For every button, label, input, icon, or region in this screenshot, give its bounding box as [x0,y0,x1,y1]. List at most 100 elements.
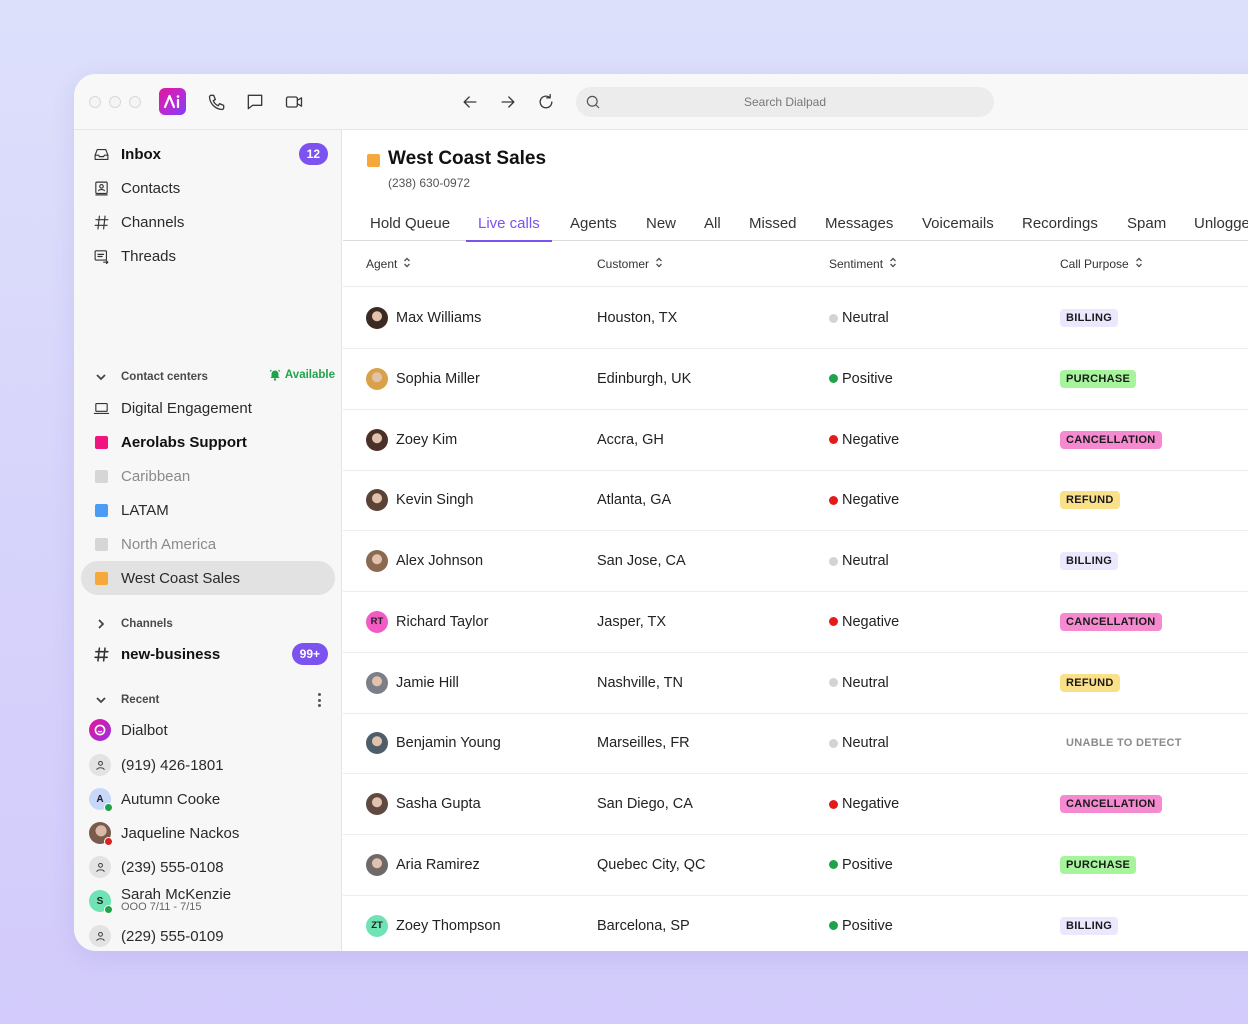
tab-unlogged[interactable]: Unlogged [1182,209,1248,241]
tab-spam[interactable]: Spam [1115,209,1178,241]
search-input[interactable] [576,87,994,117]
sentiment-label: Negative [842,492,900,509]
table-row[interactable]: Benjamin Young Marseilles, FR Neutral UNABL… [343,713,1248,775]
agent-avatar [366,793,388,815]
call-purpose-badge: PURCHASE [1060,855,1137,874]
call-purpose-cell: BILLING [1060,531,1119,591]
column-header-agent[interactable]: Agent [366,257,411,271]
recent-item[interactable]: (229) 555-0109 [81,919,335,951]
channel-new-business[interactable]: new-business 99+ [81,637,335,671]
recent-item-label: Dialbot [121,721,168,739]
phone-icon[interactable] [207,92,227,112]
channel-label: new-business [121,645,221,663]
search-bar[interactable] [576,87,994,117]
agent-avatar [366,489,388,512]
agent-avatar: ZT [366,914,388,937]
sentiment-dot [829,495,838,505]
sentiment-cell: Positive [829,896,893,952]
sort-icon [655,257,663,271]
call-purpose-cell: PURCHASE [1060,835,1137,895]
table-row[interactable]: Zoey Kim Accra, GH Negative CANCELLATION [343,410,1248,471]
page-title: West Coast Sales [388,148,547,169]
table-row[interactable]: ZT Zoey Thompson Barcelona, SP Positive BILL… [343,896,1248,952]
recent-item[interactable]: (239) 555-0108 [81,850,335,884]
sidebar-item-contacts[interactable]: Contacts [81,171,335,205]
color-swatch-icon [92,569,110,587]
column-header-call-purpose[interactable]: Call Purpose [1060,257,1143,271]
sentiment-dot [829,313,838,323]
contact-center-caribbean[interactable]: Caribbean [81,459,335,493]
call-purpose-cell: UNABLE TO DETECT [1060,713,1188,773]
contact-center-latam[interactable]: LATAM [81,493,335,527]
tab-agents[interactable]: Agents [558,209,629,241]
contact-centers-section-header[interactable]: Contact centers Available [81,367,335,387]
sidebar-item-inbox[interactable]: Inbox 12 [81,137,335,171]
agent-cell: Aria Ramirez [366,835,480,895]
recent-item[interactable]: S Sarah McKenzie OOO 7/11 - 7/15 [81,884,335,918]
call-purpose-cell: REFUND [1060,470,1120,530]
maximize-window-button[interactable] [129,96,141,108]
sidebar: Inbox 12 Contacts Channels Threads Contact ce… [74,130,342,951]
table-row[interactable]: Sophia Miller Edinburgh, UK Positive PURCHA… [343,349,1248,410]
sidebar-item-label: Inbox [121,145,161,163]
agent-name: Jamie Hill [396,674,459,691]
recent-item[interactable]: Dialbot [81,713,335,747]
tab-voicemails[interactable]: Voicemails [910,209,1006,241]
table-row[interactable]: Alex Johnson San Jose, CA Neutral BILLING [343,531,1248,592]
table-row[interactable]: Sasha Gupta San Diego, CA Negative CANCELLA… [343,774,1248,835]
column-header-customer[interactable]: Customer [597,257,663,271]
refresh-icon[interactable] [536,92,556,112]
recent-item[interactable]: (919) 426-1801 [81,748,335,782]
minimize-window-button[interactable] [109,96,121,108]
more-options-icon[interactable] [317,693,321,707]
chevron-down-icon [92,694,110,706]
sentiment-label: Negative [842,431,900,448]
message-icon[interactable] [245,92,265,112]
sentiment-cell: Neutral [829,713,889,773]
agent-avatar [366,853,388,876]
tab-missed[interactable]: Missed [737,209,809,241]
contact-center-aerolabs-support[interactable]: Aerolabs Support [81,425,335,459]
table-row[interactable]: Kevin Singh Atlanta, GA Negative REFUND [343,470,1248,532]
column-label: Customer [597,257,650,271]
sidebar-item-channels[interactable]: Channels [81,205,335,239]
dialpad-logo-icon[interactable] [159,88,186,115]
table-row[interactable]: Jamie Hill Nashville, TN Neutral REFUND [343,653,1248,714]
table-row[interactable]: RT Richard Taylor Jasper, TX Negative CANCEL… [343,592,1248,653]
table-row[interactable]: Aria Ramirez Quebec City, QC Positive PURCH… [343,835,1248,896]
availability-status[interactable]: Available [269,369,335,381]
search-icon [584,93,602,111]
back-arrow-icon[interactable] [460,92,480,112]
agent-name: Zoey Thompson [396,917,501,934]
channels-section-header[interactable]: Channels [81,614,335,634]
contact-center-north-america[interactable]: North America [81,527,335,561]
sentiment-cell: Negative [829,592,899,652]
agent-name: Aria Ramirez [396,856,480,873]
recent-item[interactable]: Jaqueline Nackos [81,816,335,850]
customer-location: Atlanta, GA [597,492,672,509]
tab-live-calls[interactable]: Live calls [466,209,552,242]
tab-recordings[interactable]: Recordings [1010,209,1110,241]
contact-center-label: North America [121,535,217,553]
agent-name: Richard Taylor [396,613,489,630]
contacts-icon [92,179,110,197]
tab-hold-queue[interactable]: Hold Queue [358,209,462,241]
contact-center-west-coast-sales[interactable]: West Coast Sales [81,561,335,595]
column-header-sentiment[interactable]: Sentiment [829,257,897,271]
tab-messages[interactable]: Messages [813,209,905,241]
unread-count-badge: 99+ [291,643,328,665]
contact-center-digital-engagement[interactable]: Digital Engagement [81,391,335,425]
sidebar-item-threads[interactable]: Threads [81,239,335,273]
video-icon[interactable] [284,92,304,112]
agent-name: Alex Johnson [396,553,484,569]
sidebar-item-label: Channels [121,213,185,231]
recent-item[interactable]: A Autumn Cooke [81,782,335,816]
forward-arrow-icon[interactable] [498,92,518,112]
table-row[interactable]: Max Williams Houston, TX Neutral BILLING [343,288,1248,349]
agent-avatar [366,550,388,572]
hash-icon [92,645,110,663]
tab-all[interactable]: All [692,209,733,241]
close-window-button[interactable] [89,96,101,108]
recent-section-header[interactable]: Recent [81,690,335,710]
tab-new[interactable]: New [634,209,688,241]
